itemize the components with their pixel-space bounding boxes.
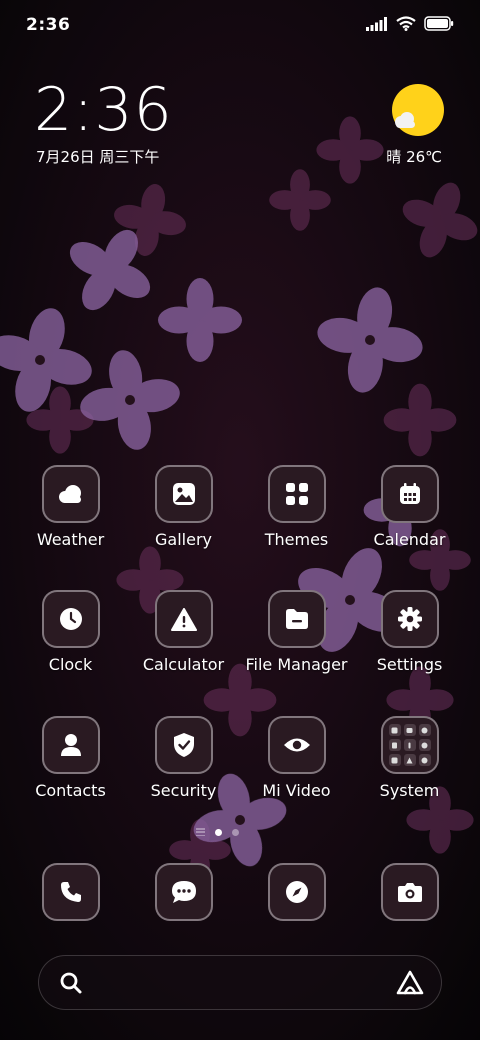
status-icons	[366, 15, 454, 35]
page-list-icon	[196, 828, 205, 836]
search-bar[interactable]	[38, 955, 442, 1010]
weather-icon	[41, 465, 100, 523]
themes-icon	[267, 465, 326, 523]
settings-icon	[380, 590, 439, 648]
app-label: Gallery	[155, 530, 212, 549]
messages-icon	[154, 863, 213, 921]
mini-app-icon	[418, 724, 431, 736]
mi-video-icon	[267, 716, 326, 774]
mini-app-icon	[388, 754, 401, 766]
app-label: Settings	[376, 655, 443, 674]
status-time: 2:36	[26, 15, 71, 35]
app-contacts[interactable]: Contacts	[14, 716, 127, 800]
mini-app-icon	[388, 739, 401, 751]
gallery-icon	[154, 465, 213, 523]
clock-widget-time[interactable]: 2:36	[34, 78, 173, 142]
battery-icon	[424, 15, 454, 35]
mini-app-icon	[418, 754, 431, 766]
app-system-folder[interactable]: System	[353, 716, 466, 800]
app-settings[interactable]: Settings	[353, 590, 466, 674]
security-icon	[154, 716, 213, 774]
assistant-icon[interactable]	[395, 969, 425, 1001]
signal-icon	[366, 16, 388, 35]
clock-icon	[41, 590, 100, 648]
mini-app-icon	[403, 739, 416, 751]
mini-app-icon	[418, 739, 431, 751]
calculator-icon	[154, 590, 213, 648]
dock-camera[interactable]	[353, 863, 466, 921]
page-dot-active	[215, 828, 222, 836]
app-label: System	[379, 781, 440, 800]
app-file-manager[interactable]: File Manager	[240, 590, 353, 674]
clock-widget-date: 7月26日 周三下午	[36, 148, 160, 166]
wifi-icon	[396, 15, 416, 35]
app-weather[interactable]: Weather	[14, 465, 127, 549]
system-folder-icon	[380, 716, 439, 774]
camera-icon	[380, 863, 439, 921]
app-mi-video[interactable]: Mi Video	[240, 716, 353, 800]
dock-browser[interactable]	[240, 863, 353, 921]
app-security[interactable]: Security	[127, 716, 240, 800]
contacts-icon	[41, 716, 100, 774]
weather-summary: 晴 26℃	[386, 148, 442, 166]
app-calendar[interactable]: Calendar	[353, 465, 466, 549]
mini-app-icon	[403, 754, 416, 766]
search-icon[interactable]	[59, 971, 83, 999]
page-dot	[232, 828, 239, 836]
app-label: Mi Video	[262, 781, 331, 800]
app-label: Weather	[36, 530, 105, 549]
status-bar: 2:36	[0, 0, 480, 50]
mini-app-icon	[403, 724, 416, 736]
page-indicator[interactable]	[196, 828, 239, 836]
file-manager-icon	[267, 590, 326, 648]
app-label: Calculator	[142, 655, 225, 674]
calendar-icon	[380, 465, 439, 523]
app-label: Clock	[48, 655, 93, 674]
app-themes[interactable]: Themes	[240, 465, 353, 549]
app-clock[interactable]: Clock	[14, 590, 127, 674]
dock-phone[interactable]	[14, 863, 127, 921]
dock-messages[interactable]	[127, 863, 240, 921]
app-label: File Manager	[245, 655, 348, 674]
sunny-cloud-icon[interactable]	[392, 84, 444, 136]
app-gallery[interactable]: Gallery	[127, 465, 240, 549]
app-label: Calendar	[373, 530, 446, 549]
app-label: Themes	[264, 530, 329, 549]
phone-icon	[41, 863, 100, 921]
mini-app-icon	[388, 724, 401, 736]
app-label: Security	[150, 781, 217, 800]
app-calculator[interactable]: Calculator	[127, 590, 240, 674]
browser-icon	[267, 863, 326, 921]
app-label: Contacts	[35, 781, 106, 800]
